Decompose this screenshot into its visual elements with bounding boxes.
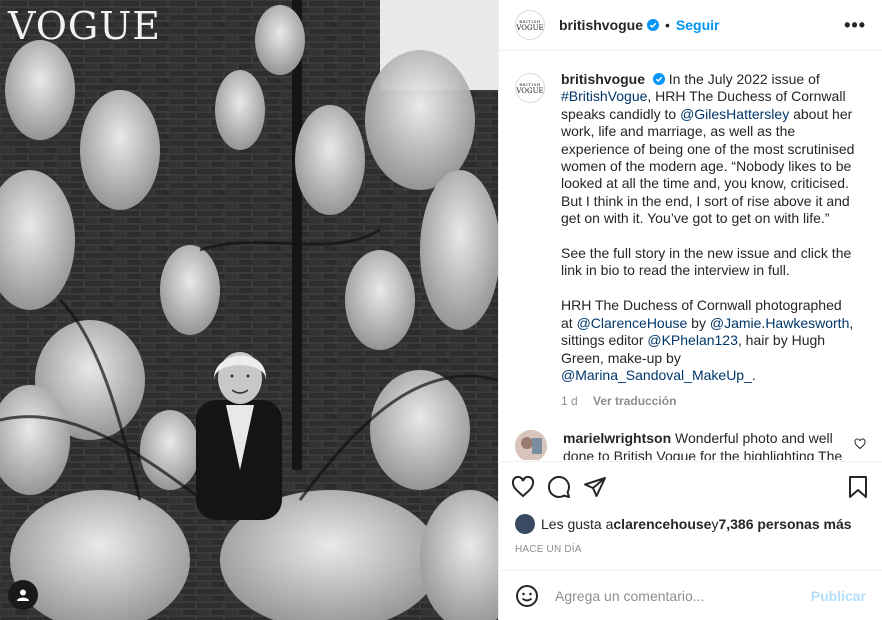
vogue-masthead: VOGUE [8,4,162,48]
hashtag-link[interactable]: #BritishVogue [561,88,647,104]
more-options-icon[interactable]: ••• [844,15,866,36]
garden-photo-illustration [0,0,498,620]
mention-link[interactable]: @KPhelan123 [647,332,738,348]
liker-avatar [515,514,535,534]
add-comment-bar: Publicar [499,570,882,620]
share-icon[interactable] [583,475,607,499]
mention-link[interactable]: @Marina_Sandoval_MakeUp_ [561,367,752,383]
follow-button[interactable]: Seguir [676,17,720,33]
caption-part: . [751,366,756,383]
likes-prefix: Les gusta a [541,516,614,532]
post-photo[interactable]: VOGUE [0,0,498,620]
avatar-text-bottom: VOGUE [516,23,544,32]
caption-username[interactable]: britishvogue [561,71,645,87]
mention-link[interactable]: @ClarenceHouse [577,315,688,331]
mention-link[interactable]: @GilesHattersley [680,106,789,122]
caption-avatar[interactable]: BRITISH VOGUE [515,73,545,103]
emoji-icon[interactable] [515,584,539,608]
commenter-avatar[interactable] [515,430,547,460]
liker-username[interactable]: clarencehouse [613,516,711,532]
translate-button[interactable]: Ver traducción [593,394,676,408]
caption-part: about her work, life and marriage, as we… [561,105,855,227]
verified-badge-icon [647,19,660,31]
separator-dot: • [665,17,670,33]
comment-input[interactable] [553,586,811,605]
user-tag-icon[interactable] [8,580,38,610]
caption-part: by [687,314,710,331]
header-username[interactable]: britishvogue [559,17,643,33]
action-bar [499,461,882,511]
heart-icon[interactable] [854,438,866,450]
caption-meta: 1 d Ver traducción [561,394,866,408]
caption-part: See the full story in the new issue and … [561,245,852,279]
save-icon[interactable] [846,475,870,499]
post-header: BRITISH VOGUE britishvogue • Seguir ••• [499,0,882,51]
comment-item: marielwrightson Wonderful photo and well… [515,430,866,460]
comments-section[interactable]: BRITISH VOGUE britishvogue In the July 20… [499,51,882,460]
commenter-username[interactable]: marielwrightson [563,430,671,446]
comment-text: marielwrightson Wonderful photo and well… [563,430,857,460]
verified-badge-icon [652,73,665,85]
post-side-panel: BRITISH VOGUE britishvogue • Seguir ••• B… [498,0,882,620]
caption: BRITISH VOGUE britishvogue In the July 20… [515,51,866,384]
caption-intro: In the July 2022 issue of [668,71,820,87]
heart-icon[interactable] [511,475,535,499]
post-timestamp: HACE UN DÍA [515,544,582,555]
likes-count[interactable]: 7,386 personas más [718,516,851,532]
caption-text: britishvogue In the July 2022 issue of #… [561,71,855,384]
comment-icon[interactable] [547,475,571,499]
likes-middle: y [711,516,719,532]
mention-link[interactable]: @Jamie.Hawkesworth [710,315,849,331]
post-dialog: VOGUE BRITISH VOGUE britishvogue • Seguir… [0,0,882,620]
publish-button[interactable]: Publicar [811,588,866,604]
caption-avatar-text-bottom: VOGUE [516,86,544,95]
post-age: 1 d [561,394,578,409]
avatar[interactable]: BRITISH VOGUE [515,10,545,40]
likes-summary[interactable]: Les gusta a clarencehouse y 7,386 person… [515,514,866,534]
